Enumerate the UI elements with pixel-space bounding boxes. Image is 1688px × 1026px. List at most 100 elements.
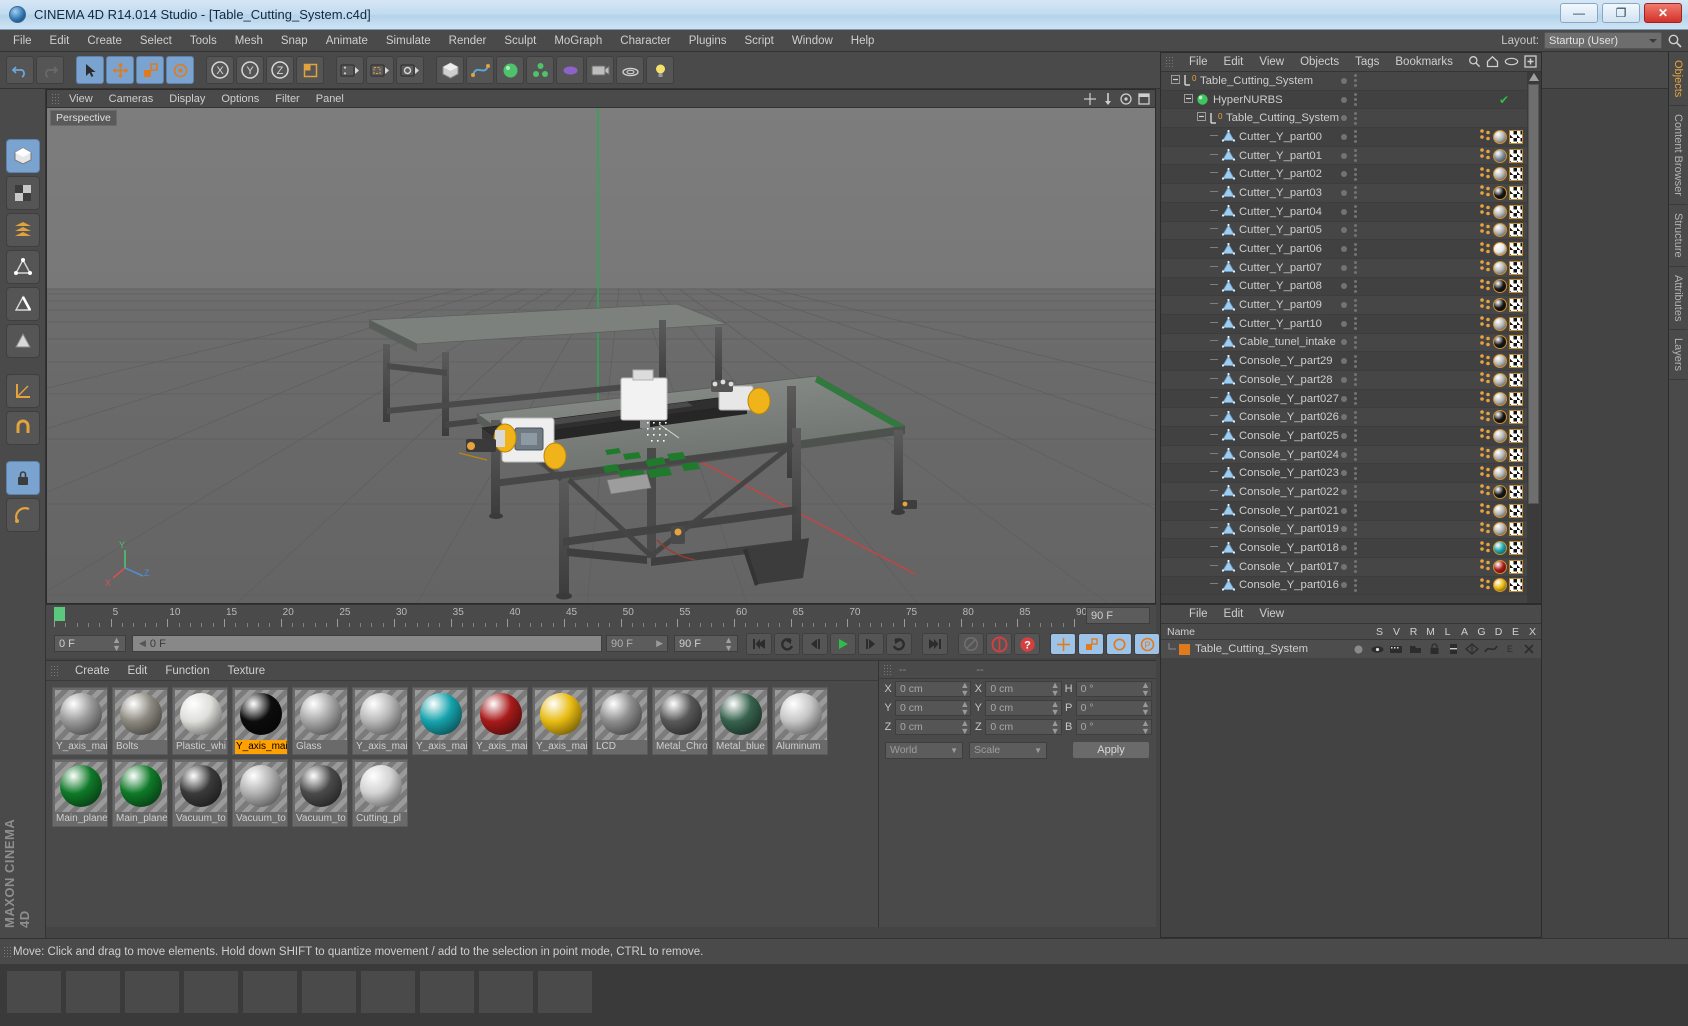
visibility-dots[interactable] [1341,541,1357,555]
object-row[interactable]: 0 Table_Cutting_System [1161,72,1527,91]
visibility-dots[interactable] [1341,130,1357,144]
panel-grip-icon[interactable] [50,664,60,677]
visibility-dots[interactable] [1341,373,1357,387]
rotation-field[interactable]: 0 ° ▲ ▼ [1075,699,1152,716]
position-field[interactable]: 0 cm ▲ ▼ [895,718,972,735]
visibility-dots[interactable] [1341,335,1357,349]
lock-z-icon[interactable]: Z [266,56,294,84]
nurbs-icon[interactable] [496,56,524,84]
menu-item-tools[interactable]: Tools [181,33,226,49]
material-menu-edit[interactable]: Edit [119,664,157,678]
material-swatch[interactable]: Vacuum_to [232,759,288,827]
expander-minus-icon[interactable] [1184,93,1193,106]
panel-grip-icon[interactable] [3,945,13,958]
menu-item-window[interactable]: Window [783,33,842,49]
deformer-icon[interactable] [1483,643,1499,655]
object-row[interactable]: Cutter_Y_part07 [1161,258,1527,278]
material-swatch[interactable]: LCD [592,687,648,755]
position-key-icon[interactable] [1050,633,1076,655]
timeline-end-field-2[interactable]: 90 F ▲ ▼ [674,635,738,652]
visibility-dots[interactable] [1341,504,1357,518]
material-tag-icon[interactable] [1493,260,1507,275]
material-swatch[interactable]: Aluminum [772,687,828,755]
expression-icon[interactable]: E [1502,643,1518,655]
stepper-icon[interactable]: ▲ ▼ [1141,699,1150,716]
menu-item-select[interactable]: Select [131,33,181,49]
scale-key-icon[interactable] [1078,633,1104,655]
visibility-dots[interactable] [1341,317,1357,331]
object-menu-bookmarks[interactable]: Bookmarks [1387,55,1461,69]
visibility-dots[interactable] [1341,111,1357,125]
light-icon[interactable] [646,56,674,84]
visibility-dots[interactable] [1341,578,1357,592]
menu-item-edit[interactable]: Edit [41,33,79,49]
timeline-ruler[interactable]: 051015202530354045505560657075808590 [54,607,1087,629]
menu-item-character[interactable]: Character [611,33,680,49]
render-view-icon[interactable] [336,56,364,84]
rotation-key-icon[interactable] [1106,633,1132,655]
object-row[interactable]: Cutter_Y_part00 [1161,128,1527,147]
material-tag-icon[interactable] [1493,503,1507,518]
uv-tag-icon[interactable] [1509,447,1523,462]
layer-menu-view[interactable]: View [1251,607,1292,621]
menu-item-file[interactable]: File [4,33,41,49]
material-tag-icon[interactable] [1493,129,1507,144]
uv-tag-icon[interactable] [1509,541,1523,556]
visibility-dots[interactable] [1341,205,1357,219]
go-to-end-icon[interactable] [922,633,948,655]
object-row[interactable]: Console_Y_part017 [1161,557,1527,577]
bottom-cell[interactable] [6,970,62,1014]
timeline-playhead[interactable] [54,607,65,621]
bottom-cell[interactable] [478,970,534,1014]
material-tag-icon[interactable] [1493,335,1507,350]
viewport-menu-view[interactable]: View [61,92,101,106]
uv-tag-icon[interactable] [1509,578,1523,593]
uv-tag-icon[interactable] [1509,242,1523,257]
material-swatch[interactable]: Main_plane [52,759,108,827]
material-tag-icon[interactable] [1493,316,1507,331]
search-icon[interactable] [1667,33,1683,49]
rotate-tool-icon[interactable] [166,56,194,84]
lock-icon[interactable] [1426,643,1442,655]
vertical-tab-layers[interactable]: Layers [1669,330,1687,381]
object-row[interactable]: Console_Y_part29 [1161,352,1527,371]
material-swatch[interactable]: Vacuum_to [292,759,348,827]
object-menu-file[interactable]: File [1181,55,1216,69]
material-tag-icon[interactable] [1493,484,1507,499]
uv-tag-icon[interactable] [1509,279,1523,294]
solo-dot-icon[interactable] [1350,644,1366,655]
texture-mode-icon[interactable] [5,176,40,210]
stepper-icon[interactable]: ▲ ▼ [1051,718,1060,735]
position-field[interactable]: 0 cm ▲ ▼ [895,699,972,716]
uv-tag-icon[interactable] [1509,260,1523,275]
uv-tag-icon[interactable] [1509,559,1523,574]
polygons-mode-icon[interactable] [5,324,40,358]
generator-icon[interactable] [1464,643,1480,655]
go-to-start-icon[interactable] [746,633,772,655]
lock-axis-icon[interactable] [5,461,40,495]
material-swatch[interactable]: Metal_Chro [652,687,708,755]
layer-menu-edit[interactable]: Edit [1216,607,1252,621]
record-question-icon[interactable]: ? [1014,633,1040,655]
object-row[interactable]: Console_Y_part024 [1161,445,1527,465]
material-tag-icon[interactable] [1493,541,1507,556]
visibility-dots[interactable] [1341,74,1357,88]
material-tag-icon[interactable] [1493,410,1507,425]
uv-tag-icon[interactable] [1509,185,1523,200]
menu-item-script[interactable]: Script [735,33,782,49]
position-field[interactable]: 0 cm ▲ ▼ [895,680,972,697]
record-icon[interactable] [986,633,1012,655]
object-row[interactable]: Cutter_Y_part01 [1161,146,1527,166]
apply-button[interactable]: Apply [1072,741,1150,759]
uv-tag-icon[interactable] [1509,372,1523,387]
bottom-cell[interactable] [124,970,180,1014]
material-tag-icon[interactable] [1493,298,1507,313]
material-swatch[interactable]: Y_axis_mair [232,687,288,755]
object-row[interactable]: Cutter_Y_part02 [1161,165,1527,185]
rotation-field[interactable]: 0 ° ▲ ▼ [1075,680,1152,697]
uv-tag-icon[interactable] [1509,391,1523,406]
expander-minus-icon[interactable] [1197,112,1206,124]
scale-tool-icon[interactable] [136,56,164,84]
timeline-end-field[interactable]: 90 F [1086,607,1150,624]
bottom-cell[interactable] [419,970,475,1014]
